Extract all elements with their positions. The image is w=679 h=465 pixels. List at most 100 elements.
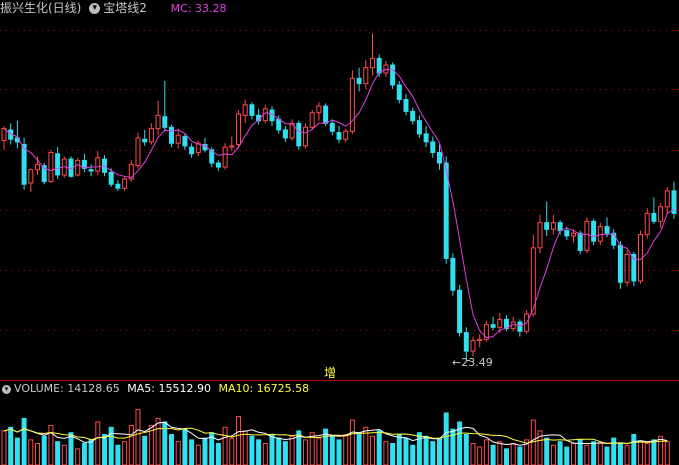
candle-body	[651, 212, 657, 222]
candle	[537, 214, 543, 254]
candle-body	[430, 141, 436, 153]
candle-body	[108, 171, 114, 185]
volume-bar	[68, 432, 74, 465]
volume-bar	[510, 442, 516, 465]
candle-body	[336, 132, 342, 140]
volume-bar	[564, 446, 570, 465]
candle-body	[376, 57, 382, 74]
candle	[336, 125, 342, 144]
volume-bar	[470, 442, 476, 465]
candle-body	[242, 104, 248, 116]
candle	[416, 115, 422, 138]
volume-bar	[664, 441, 670, 465]
candle-body	[229, 145, 235, 148]
volume-bar	[115, 444, 121, 465]
volume-bar	[644, 442, 650, 465]
candle	[142, 129, 148, 146]
volume-bar	[21, 417, 27, 465]
chevron-down-icon[interactable]: ▾	[89, 3, 101, 14]
stock-chart-window[interactable]: 振兴生化(日线) ▾ 宝塔线2 MC: 33.28 ←23.49 增 ▾ VOLUM…	[0, 0, 679, 465]
candle-body	[624, 253, 630, 283]
candle	[457, 284, 463, 337]
candle-body	[403, 98, 409, 112]
volume-bar	[229, 437, 235, 465]
candle-body	[28, 169, 34, 184]
candle-body	[463, 332, 469, 352]
stock-title[interactable]: 振兴生化(日线)	[0, 1, 81, 15]
volume-bar	[463, 434, 469, 465]
volume-bar	[175, 441, 181, 465]
candle-body	[296, 122, 302, 147]
volume-bar	[550, 444, 556, 465]
volume-bar	[477, 446, 483, 465]
candle	[396, 80, 402, 104]
volume-bar	[88, 439, 94, 465]
candle	[135, 132, 141, 169]
candle	[215, 160, 221, 172]
volume-bar	[483, 439, 489, 465]
volume-bar	[597, 442, 603, 465]
candle	[122, 176, 128, 191]
volume-panel[interactable]	[0, 396, 679, 465]
volume-bar	[276, 437, 282, 465]
candle-body	[236, 113, 241, 146]
volume-bar	[423, 435, 429, 465]
volume-bar	[249, 435, 255, 465]
candle-body	[175, 134, 181, 144]
candle-body	[1, 128, 7, 142]
candle	[617, 241, 623, 289]
volume-bar	[403, 437, 409, 465]
volume-ma10: MA10: 16725.58	[218, 382, 310, 395]
candle	[236, 110, 241, 148]
candle-body	[309, 112, 315, 128]
candle-body	[148, 128, 154, 143]
volume-bar	[410, 444, 416, 465]
volume-bar	[169, 434, 174, 465]
volume-bar	[530, 419, 536, 465]
candle-body	[644, 212, 650, 236]
candle-body	[363, 67, 369, 85]
price-panel[interactable]	[0, 0, 679, 380]
candle-body	[55, 153, 61, 176]
candle	[222, 143, 228, 170]
volume-bar	[269, 434, 275, 465]
candle	[349, 70, 355, 134]
candle	[68, 156, 74, 178]
candle	[343, 128, 349, 142]
volume-menu-icon[interactable]: ▾	[2, 384, 11, 394]
volume-bar	[370, 435, 375, 465]
volume-bar	[497, 441, 503, 465]
volume-bar	[142, 435, 148, 465]
volume-bar	[8, 426, 14, 465]
mc-value: MC: 33.28	[170, 2, 227, 15]
candle	[611, 229, 617, 250]
candle-body	[390, 64, 396, 86]
candle	[269, 106, 275, 126]
candle	[410, 107, 416, 125]
low-price-marker: ←23.49	[452, 356, 493, 370]
candle-body	[182, 136, 188, 147]
candle-body	[370, 57, 375, 69]
candle	[550, 214, 556, 235]
candle-body	[437, 151, 442, 164]
volume-bar	[437, 437, 442, 465]
volume-bar	[102, 434, 107, 465]
candle	[282, 125, 288, 142]
candle	[189, 143, 195, 158]
candle-body	[617, 244, 623, 283]
candle-body	[276, 118, 282, 131]
indicator-name[interactable]: 宝塔线2	[103, 1, 147, 15]
candle-body	[550, 222, 556, 230]
candle	[95, 151, 101, 175]
candle-body	[416, 120, 422, 135]
candle	[28, 168, 34, 193]
volume-bar	[35, 442, 40, 465]
candle	[316, 102, 322, 121]
volume-bar	[195, 444, 201, 465]
candle-body	[282, 129, 288, 139]
candle	[88, 164, 94, 177]
candle-body	[664, 190, 670, 208]
candle-body	[162, 116, 168, 128]
candle-body	[48, 151, 54, 183]
volume-bar	[28, 439, 34, 465]
